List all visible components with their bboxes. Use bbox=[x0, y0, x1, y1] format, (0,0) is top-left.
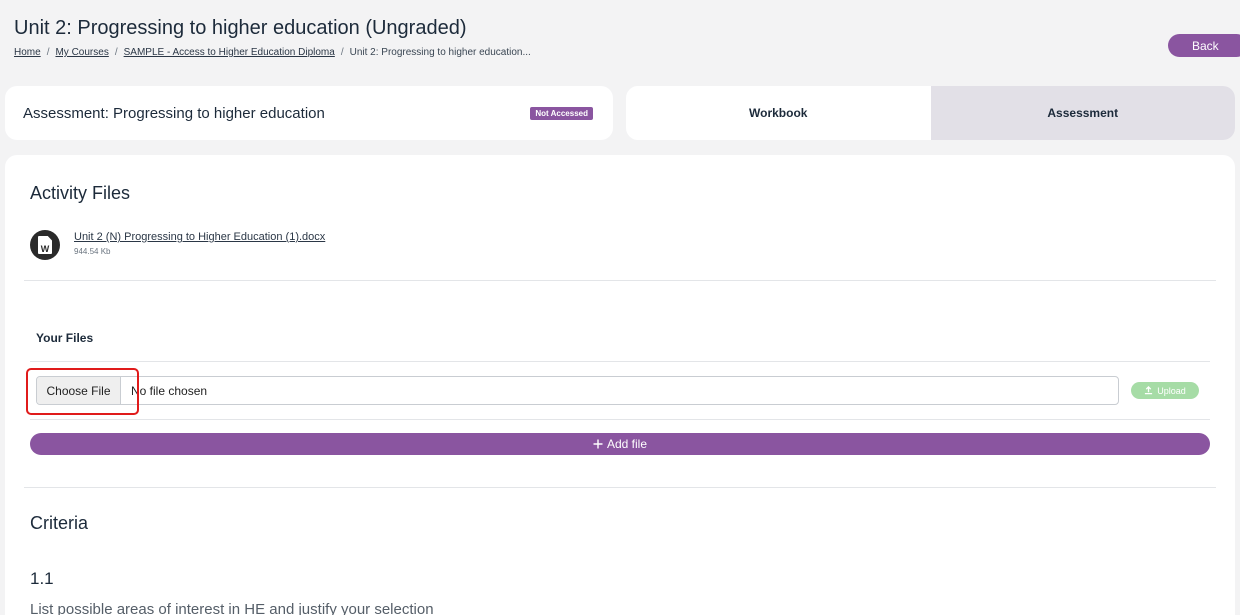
assessment-title: Assessment: Progressing to higher educat… bbox=[23, 104, 325, 122]
tab-bar: Workbook Assessment bbox=[626, 86, 1235, 140]
tab-assessment[interactable]: Assessment bbox=[930, 86, 1235, 140]
divider bbox=[30, 361, 1210, 362]
activity-file-link[interactable]: Unit 2 (N) Progressing to Higher Educati… bbox=[74, 231, 325, 243]
upload-icon bbox=[1145, 386, 1153, 395]
status-badge: Not Accessed bbox=[530, 106, 593, 120]
divider bbox=[24, 487, 1216, 488]
upload-button: Upload bbox=[1131, 382, 1199, 399]
plus-icon bbox=[593, 439, 603, 449]
page-title: Unit 2: Progressing to higher education … bbox=[14, 17, 467, 39]
back-button[interactable]: Back bbox=[1168, 34, 1240, 57]
criteria-text: List possible areas of interest in HE an… bbox=[30, 601, 434, 615]
tab-workbook[interactable]: Workbook bbox=[626, 86, 931, 140]
divider bbox=[24, 280, 1216, 281]
criteria-title: Criteria bbox=[30, 513, 89, 533]
activity-files-title: Activity Files bbox=[30, 183, 131, 203]
breadcrumb-home[interactable]: Home bbox=[14, 47, 41, 58]
file-size: 944.54 Kb bbox=[74, 247, 111, 256]
file-input[interactable]: Choose File No file chosen bbox=[36, 376, 1119, 405]
breadcrumb-current: Unit 2: Progressing to higher education.… bbox=[349, 47, 531, 58]
add-file-button[interactable]: Add file bbox=[30, 433, 1210, 455]
breadcrumb-course[interactable]: SAMPLE - Access to Higher Education Dipl… bbox=[124, 47, 335, 58]
divider bbox=[30, 419, 1210, 420]
breadcrumb-my-courses[interactable]: My Courses bbox=[55, 47, 108, 58]
breadcrumb: Home / My Courses / SAMPLE - Access to H… bbox=[14, 47, 531, 58]
file-status-text: No file chosen bbox=[131, 383, 208, 398]
choose-file-button[interactable]: Choose File bbox=[37, 377, 121, 404]
main-content-card: Activity Files W Unit 2 (N) Progressing … bbox=[5, 155, 1235, 615]
add-file-label: Add file bbox=[606, 437, 648, 451]
breadcrumb-separator: / bbox=[46, 47, 50, 58]
breadcrumb-separator: / bbox=[114, 47, 118, 58]
your-files-title: Your Files bbox=[36, 331, 94, 345]
criteria-number: 1.1 bbox=[30, 569, 54, 588]
upload-label: Upload bbox=[1157, 385, 1186, 396]
activity-file-item: W Unit 2 (N) Progressing to Higher Educa… bbox=[30, 230, 325, 260]
breadcrumb-separator: / bbox=[340, 47, 344, 58]
assessment-header-card: Assessment: Progressing to higher educat… bbox=[5, 86, 613, 140]
word-doc-icon: W bbox=[30, 230, 60, 260]
